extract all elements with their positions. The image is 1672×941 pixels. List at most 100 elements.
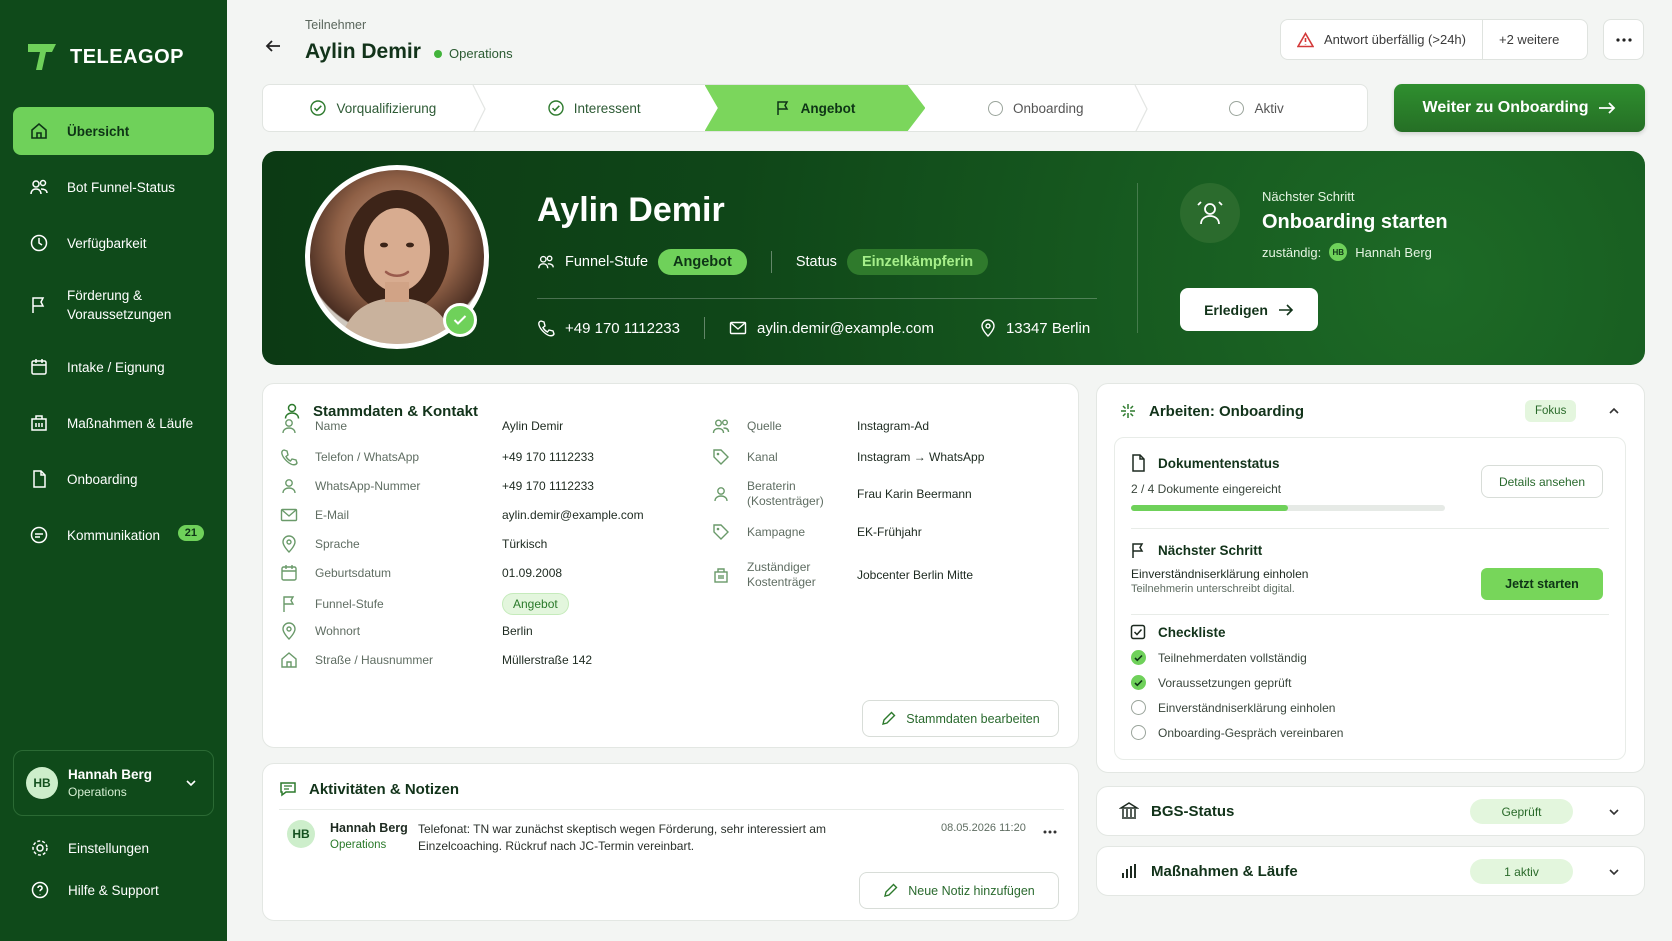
alert-more[interactable]: +2 weitere: [1483, 32, 1575, 47]
field-value: Türkisch: [502, 537, 548, 551]
document-icon: [1132, 454, 1145, 472]
user-role: Operations: [68, 785, 127, 799]
checklist-item[interactable]: Teilnehmerdaten vollständig: [1131, 650, 1307, 665]
field-value: Instagram → WhatsApp: [857, 450, 985, 464]
details-button[interactable]: Details ansehen: [1481, 465, 1603, 498]
user-progress-icon: [1197, 201, 1223, 225]
users-icon: [538, 255, 554, 269]
checklist-item[interactable]: Voraussetzungen geprüft: [1131, 675, 1291, 690]
chevron-down-icon[interactable]: [1608, 866, 1620, 878]
pencil-icon: [882, 711, 896, 725]
measures-card[interactable]: Maßnahmen & Läufe 1 aktiv: [1096, 846, 1645, 896]
complete-button[interactable]: Erledigen: [1180, 288, 1318, 331]
continue-onboarding-button[interactable]: Weiter zu Onboarding: [1394, 84, 1645, 132]
more-options-button[interactable]: [1603, 19, 1644, 60]
flag-icon: [32, 297, 45, 313]
settings-link[interactable]: Einstellungen: [30, 838, 149, 858]
field-value: Jobcenter Berlin Mitte: [857, 568, 974, 582]
location-pin-icon: [981, 319, 995, 337]
check-circle-icon: [310, 100, 327, 116]
sidebar-item-label: Intake / Eignung: [67, 359, 165, 375]
user-menu[interactable]: HB Hannah Berg Operations: [13, 750, 214, 816]
field-row: Kanal Instagram → WhatsApp: [712, 448, 984, 466]
divider: [279, 809, 1064, 810]
field-label: Straße / Hausnummer: [315, 652, 434, 667]
step-angebot[interactable]: Angebot: [704, 85, 926, 131]
sidebar-item-intake[interactable]: Intake / Eignung: [13, 343, 214, 391]
funnel-stepper: Vorqualifizierung Interessent Angebot On…: [262, 84, 1368, 132]
chevron-down-icon[interactable]: [1608, 806, 1620, 818]
alert-box[interactable]: Antwort überfällig (>24h) +2 weitere: [1280, 19, 1588, 60]
sidebar-item-massnahmen[interactable]: Maßnahmen & Läufe: [13, 399, 214, 447]
hero-vertical-divider: [1137, 183, 1138, 333]
field-row: Geburtsdatum 01.09.2008: [280, 564, 562, 582]
help-icon: [31, 881, 49, 899]
sidebar-item-label: Förderung & Voraussetzungen: [67, 288, 172, 322]
card-header: BGS-Status: [1119, 801, 1234, 821]
edit-master-data-button[interactable]: Stammdaten bearbeiten: [862, 700, 1059, 737]
sidebar-item-uebersicht[interactable]: Übersicht: [13, 107, 214, 155]
field-value: Aylin Demir: [502, 419, 564, 433]
field-value: Müllerstraße 142: [502, 653, 593, 667]
help-label: Hilfe & Support: [68, 882, 159, 898]
sidebar-item-verfuegbarkeit[interactable]: Verfügbarkeit: [13, 219, 214, 267]
add-note-button[interactable]: Neue Notiz hinzufügen: [859, 872, 1059, 909]
divider: [770, 251, 772, 273]
bgs-status-card[interactable]: BGS-Status Geprüft: [1096, 786, 1645, 836]
status-badge: Einzelkämpferin: [846, 249, 989, 275]
start-now-button[interactable]: Jetzt starten: [1481, 568, 1603, 600]
gear-icon: [32, 840, 48, 856]
chevron-up-icon[interactable]: [1608, 405, 1620, 417]
step-aktiv[interactable]: Aktiv: [1146, 85, 1367, 131]
clock-icon: [30, 234, 48, 252]
step-interessent[interactable]: Interessent: [484, 85, 705, 131]
field-value: EK-Frühjahr: [857, 525, 922, 539]
field-label: Kanal: [747, 449, 778, 464]
step-onboarding[interactable]: Onboarding: [925, 85, 1148, 131]
phone-icon: [281, 449, 298, 466]
field-label: Telefon / WhatsApp: [315, 449, 420, 464]
breadcrumb[interactable]: Teilnehmer: [305, 18, 366, 32]
sidebar-item-kommunikation[interactable]: Kommunikation 21: [13, 511, 214, 559]
field-value: Frau Karin Beermann: [857, 487, 972, 501]
empty-circle-icon: [1131, 700, 1146, 715]
sidebar-item-label: Kommunikation: [67, 527, 161, 543]
sidebar-item-foerderung[interactable]: Förderung & Voraussetzungen: [13, 275, 214, 335]
empty-circle-icon: [988, 100, 1003, 116]
app-logo[interactable]: TELEAGOP: [26, 42, 184, 72]
arrow-right-icon: [1599, 102, 1616, 114]
users-icon: [712, 419, 730, 434]
tag-icon: [713, 449, 729, 465]
checklist-item[interactable]: Onboarding-Gespräch vereinbaren: [1131, 725, 1343, 740]
master-data-card: Stammdaten & Kontakt Name Aylin Demir Tele…: [262, 383, 1079, 748]
help-link[interactable]: Hilfe & Support: [30, 880, 159, 900]
overdue-alert[interactable]: Antwort überfällig (>24h): [1281, 20, 1483, 59]
step-label: Angebot: [800, 100, 856, 116]
next-step-icon: [1180, 183, 1240, 243]
hero-location: 13347 Berlin: [1005, 319, 1091, 337]
phone-icon: [538, 320, 555, 337]
hero-phone[interactable]: +49 170 1112233: [565, 320, 680, 337]
sidebar-item-bot-funnel-status[interactable]: Bot Funnel-Status: [13, 163, 214, 211]
back-arrow-icon[interactable]: [263, 36, 283, 56]
activities-card: Aktivitäten & Notizen HB Hannah Berg Ope…: [262, 763, 1079, 921]
checklist-item[interactable]: Einverständniserklärung einholen: [1131, 700, 1335, 715]
building-icon: [714, 568, 728, 583]
warning-icon: [1297, 31, 1314, 47]
more-horizontal-icon[interactable]: [1043, 830, 1057, 834]
docs-title: Dokumentenstatus: [1158, 455, 1280, 471]
hero-email[interactable]: aylin.demir@example.com: [757, 320, 934, 337]
complete-label: Erledigen: [1204, 301, 1268, 318]
sidebar-item-label: Verfügbarkeit: [67, 235, 147, 251]
step-vorqualifizierung[interactable]: Vorqualifizierung: [263, 85, 486, 131]
sidebar-item-onboarding[interactable]: Onboarding: [13, 455, 214, 503]
card-header: Maßnahmen & Läufe: [1119, 861, 1298, 881]
more-horizontal-icon: [1615, 37, 1632, 42]
field-row: Sprache Türkisch: [280, 535, 547, 553]
checklist-label: Onboarding-Gespräch vereinbaren: [1158, 725, 1344, 740]
calendar-icon: [31, 359, 47, 375]
tag-icon: [713, 524, 729, 540]
field-value: Angebot: [502, 593, 569, 615]
checklist-header: Checkliste: [1130, 624, 1226, 640]
field-label: E-Mail: [315, 507, 350, 522]
